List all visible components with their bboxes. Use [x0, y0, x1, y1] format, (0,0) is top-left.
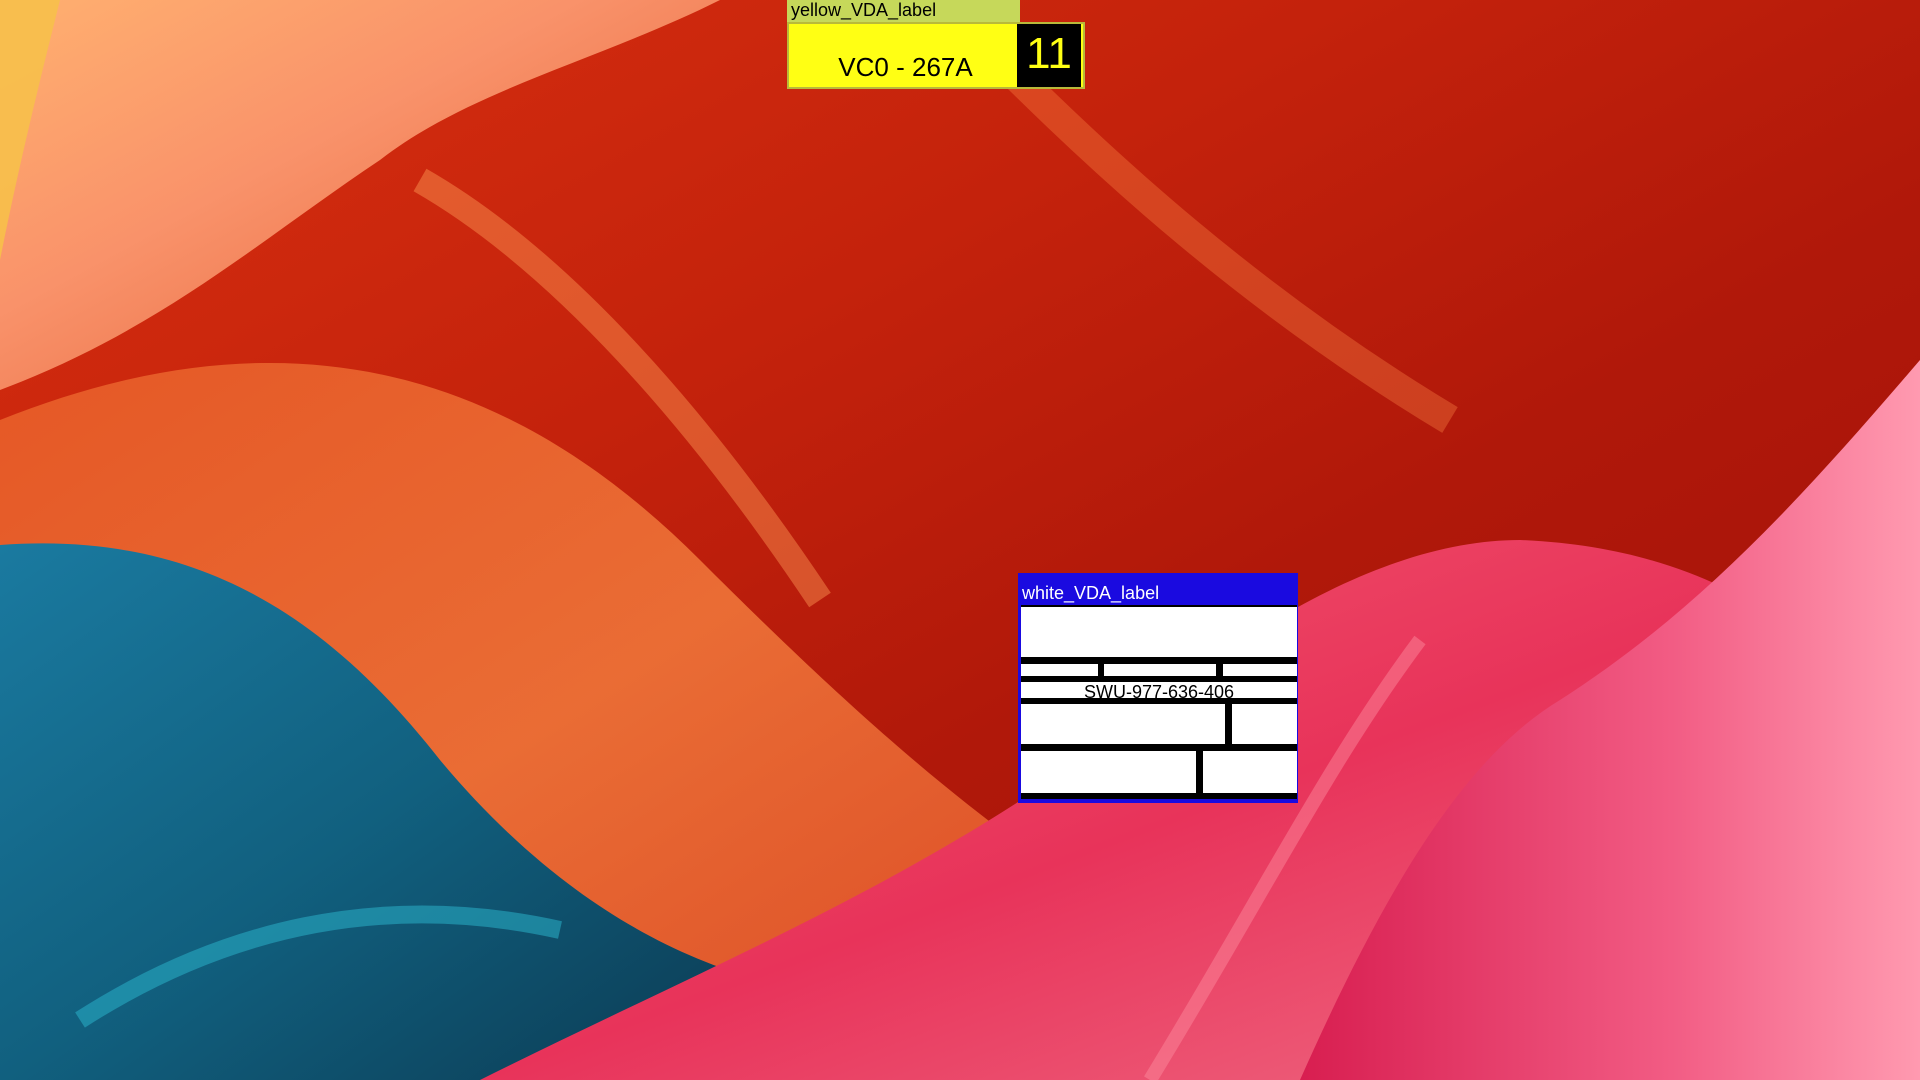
yellow-vda-label-window[interactable]: yellow_VDA_label VC0 - 267A 11 [787, 0, 1085, 89]
label-cell-small-2 [1104, 664, 1216, 676]
label-cell-serial: SWU-977-636-406 [1021, 682, 1297, 702]
desktop: yellow_VDA_label VC0 - 267A 11 white_VDA… [0, 0, 1920, 1080]
label-cell-small-3 [1223, 664, 1297, 676]
label-cell-bottom-right [1203, 751, 1297, 793]
label-serial-number: SWU-977-636-406 [1083, 682, 1235, 702]
white-vda-label-titlebar[interactable]: white_VDA_label [1018, 573, 1298, 605]
label-cell-small-1 [1021, 664, 1098, 676]
desktop-wallpaper [0, 0, 1920, 1080]
white-vda-label-body: SWU-977-636-406 [1021, 605, 1297, 799]
label-cell-header [1021, 607, 1297, 657]
label-cell-mid-right [1232, 704, 1297, 744]
label-cell-bottom-left [1021, 751, 1196, 793]
label-cell-mid-left [1021, 704, 1225, 744]
yellow-label-count: 11 [1017, 24, 1081, 87]
yellow-vda-label-titlebar[interactable]: yellow_VDA_label [787, 0, 1020, 22]
white-vda-label-window[interactable]: white_VDA_label SWU-977-636-406 [1018, 573, 1298, 803]
yellow-label-code: VC0 - 267A [838, 52, 973, 82]
yellow-vda-label-body: VC0 - 267A 11 [787, 22, 1085, 89]
